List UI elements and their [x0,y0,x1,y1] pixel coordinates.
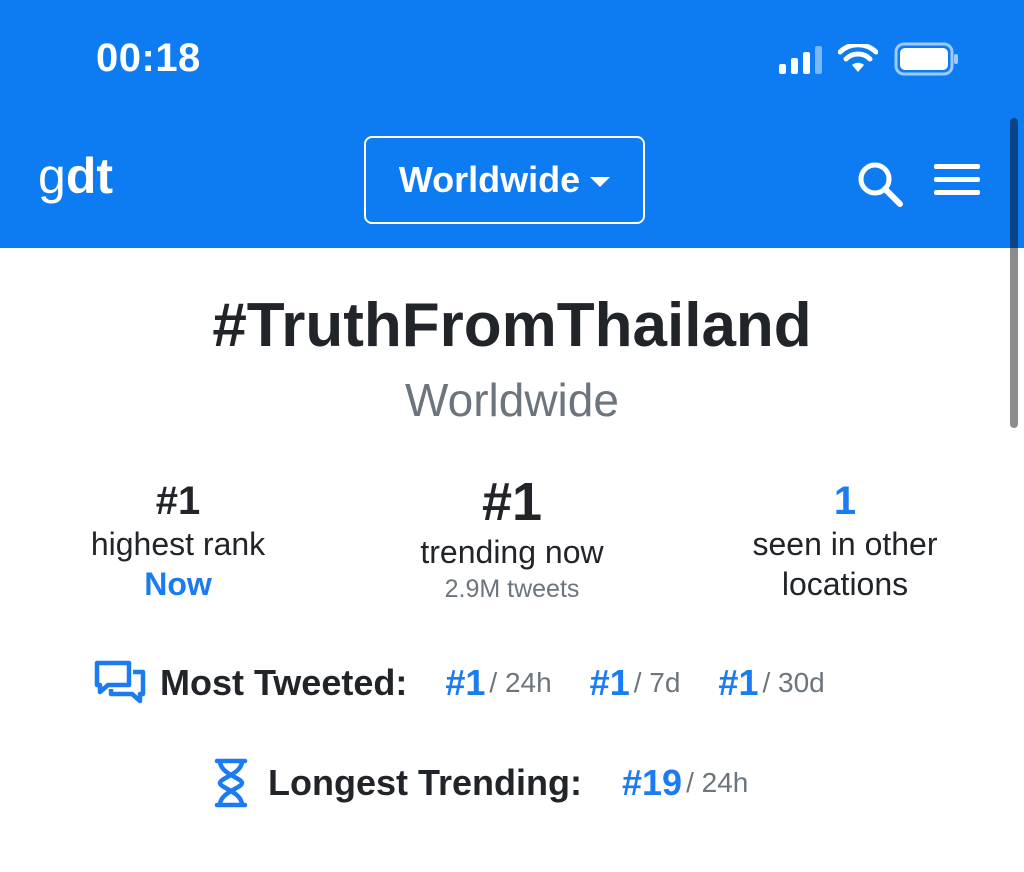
longest-trending-row: Longest Trending: #19 / 24h [214,758,748,808]
stat-other-locations: 1 seen in other locations [685,478,1005,604]
trending-now-value: #1 [481,472,543,532]
brand-light: g [38,148,66,204]
wifi-icon [838,44,878,72]
trend-title: #TruthFromThailand [212,291,812,360]
location-dropdown-label: Worldwide [398,159,581,200]
brand-bold: dt [65,148,114,204]
menu-button[interactable] [934,164,980,200]
longest-trending-24h-rank[interactable]: #19 [622,762,682,804]
chat-bubbles-icon [94,660,146,704]
brand-logo[interactable]: gdt [38,146,113,206]
menu-icon [934,164,980,195]
cellular-signal-icon [779,44,822,74]
highest-rank-label: highest rank [90,526,266,562]
stat-highest-rank: #1 highest rank Now [18,478,338,604]
most-tweeted-24h-rank[interactable]: #1 [445,662,485,704]
stat-trending-now: #1 trending now 2.9M tweets [352,472,672,606]
app-header: 00:18 gdt Worldwide [0,0,1024,248]
most-tweeted-7d-period: / 7d [633,667,681,698]
most-tweeted-heading: Most Tweeted: [160,662,408,703]
most-tweeted-7d-rank[interactable]: #1 [590,662,630,704]
other-locations-label-line1: seen in other [752,526,938,562]
most-tweeted-30d-rank[interactable]: #1 [718,662,758,704]
most-tweeted-24h-period: / 24h [489,667,552,698]
other-locations-label-line2: locations [781,566,909,602]
battery-icon [894,42,958,76]
trending-now-label: trending now [420,534,604,570]
search-icon [858,162,903,207]
longest-trending-heading: Longest Trending: [268,762,582,803]
hourglass-icon [214,758,248,808]
status-time: 00:18 [96,36,201,80]
highest-rank-when-link[interactable]: Now [18,564,338,604]
search-button[interactable] [856,160,904,208]
status-icons [779,42,960,76]
trend-location: Worldwide [405,374,619,426]
caret-down-icon [590,177,611,187]
longest-trending-24h-period: / 24h [686,767,749,798]
trending-now-tweets: 2.9M tweets [444,575,580,603]
most-tweeted-30d-period: / 30d [762,667,825,698]
highest-rank-value: #1 [155,479,201,523]
most-tweeted-row: Most Tweeted: #1 / 24h #1 / 7d #1 / 30d [94,660,825,706]
location-dropdown-button[interactable]: Worldwide [364,136,645,224]
other-locations-value[interactable]: 1 [685,478,1005,524]
